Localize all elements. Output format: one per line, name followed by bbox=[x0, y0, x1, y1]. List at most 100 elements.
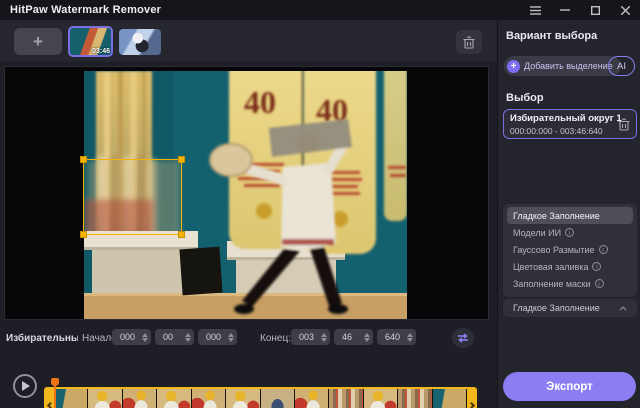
filmstrip-frame bbox=[329, 389, 363, 408]
selection-handle-top-right[interactable] bbox=[178, 156, 185, 163]
start-ms-value: 000 bbox=[206, 332, 221, 342]
fill-mode-menu: Гладкое Заполнение Модели ИИ i Гауссово … bbox=[503, 204, 637, 297]
add-selection-button[interactable]: + Добавить выделение bbox=[504, 56, 621, 76]
timeline bbox=[0, 360, 497, 408]
mode-option-mask-fill[interactable]: Заполнение маски i bbox=[507, 275, 633, 292]
filmstrip-frame bbox=[261, 389, 295, 408]
start-minutes-field[interactable]: 00 bbox=[155, 329, 194, 345]
export-button-label: Экспорт bbox=[546, 381, 593, 393]
fill-mode-select-value: Гладкое Заполнение bbox=[513, 303, 600, 313]
add-media-button[interactable]: + bbox=[14, 28, 62, 55]
sync-range-button[interactable] bbox=[452, 328, 474, 348]
video-thumbnail-selected[interactable]: 03:46 bbox=[68, 26, 113, 57]
stepper-icon[interactable] bbox=[185, 333, 191, 342]
filmstrip bbox=[54, 389, 467, 408]
variant-header: Вариант выбора bbox=[506, 30, 597, 42]
title-bar: HitPaw Watermark Remover bbox=[0, 0, 640, 20]
swap-icon bbox=[457, 333, 469, 343]
start-hours-value: 000 bbox=[120, 332, 135, 342]
stepper-icon[interactable] bbox=[407, 333, 413, 342]
trim-handle-right[interactable] bbox=[467, 387, 477, 408]
end-ms-field[interactable]: 640 bbox=[377, 329, 416, 345]
trash-icon bbox=[618, 118, 630, 131]
watermark-selection-box[interactable] bbox=[83, 159, 182, 235]
time-controls: Избирательны... Начало: 000 00 000 Конец… bbox=[0, 322, 497, 362]
main-panel: + 03:46 bbox=[0, 20, 497, 408]
start-hours-field[interactable]: 000 bbox=[112, 329, 151, 345]
selection-handle-top-left[interactable] bbox=[80, 156, 87, 163]
fill-mode-select[interactable]: Гладкое Заполнение bbox=[503, 299, 637, 317]
mode-option-label: Гладкое Заполнение bbox=[513, 211, 600, 221]
info-icon[interactable]: i bbox=[599, 245, 608, 254]
trim-handle-left[interactable] bbox=[44, 387, 54, 408]
filmstrip-frame bbox=[88, 389, 122, 408]
selection-card[interactable]: Избирательный округ 1 000:00:000 - 003:4… bbox=[503, 109, 637, 139]
filmstrip-frame bbox=[364, 389, 398, 408]
stepper-icon[interactable] bbox=[142, 333, 148, 342]
filmstrip-frame bbox=[226, 389, 260, 408]
selection-card-title: Избирательный округ 1 bbox=[510, 113, 630, 124]
media-bar: + 03:46 bbox=[0, 20, 497, 62]
sidebar: Вариант выбора + Добавить выделение AI В… bbox=[497, 20, 640, 408]
selection-name-label: Избирательны... bbox=[6, 333, 78, 344]
end-minutes-field[interactable]: 46 bbox=[334, 329, 373, 345]
end-minutes-value: 46 bbox=[342, 332, 352, 342]
ai-button[interactable]: AI bbox=[608, 56, 635, 76]
delete-selection-button[interactable] bbox=[618, 118, 630, 136]
info-icon[interactable]: i bbox=[565, 228, 574, 237]
start-minutes-value: 00 bbox=[163, 332, 173, 342]
maximize-icon[interactable] bbox=[588, 3, 602, 17]
app-window: HitPaw Watermark Remover + 03:46 bbox=[0, 0, 640, 408]
filmstrip-frame bbox=[157, 389, 191, 408]
thumbnail-duration: 03:46 bbox=[92, 48, 110, 55]
video-preview: 40 40 bbox=[4, 66, 489, 320]
mode-option-label: Заполнение маски bbox=[513, 279, 591, 289]
end-hours-field[interactable]: 003 bbox=[291, 329, 330, 345]
filmstrip-frame bbox=[398, 389, 432, 408]
window-controls bbox=[528, 0, 640, 20]
mode-option-ai-models[interactable]: Модели ИИ i bbox=[507, 224, 633, 241]
chevron-up-icon bbox=[620, 306, 627, 313]
plus-icon: + bbox=[33, 32, 43, 52]
stepper-icon[interactable] bbox=[321, 333, 327, 342]
playhead[interactable] bbox=[54, 378, 56, 408]
filmstrip-frame bbox=[433, 389, 467, 408]
timeline-strip[interactable] bbox=[44, 387, 477, 408]
mode-option-label: Модели ИИ bbox=[513, 228, 561, 238]
close-icon[interactable] bbox=[618, 3, 632, 17]
stepper-icon[interactable] bbox=[228, 333, 234, 342]
mode-option-gaussian-blur[interactable]: Гауссово Размытие i bbox=[507, 241, 633, 258]
play-button[interactable] bbox=[13, 374, 37, 398]
banner-number-1: 40 bbox=[244, 84, 276, 120]
filmstrip-frame bbox=[54, 389, 88, 408]
window-title: HitPaw Watermark Remover bbox=[10, 4, 161, 16]
ai-button-label: AI bbox=[617, 61, 626, 72]
end-hours-value: 003 bbox=[299, 332, 314, 342]
plus-circle-icon: + bbox=[507, 60, 520, 73]
chevron-right-icon bbox=[467, 401, 474, 408]
stepper-icon[interactable] bbox=[364, 333, 370, 342]
mode-option-label: Гауссово Размытие bbox=[513, 245, 595, 255]
filmstrip-frame bbox=[123, 389, 157, 408]
minimize-icon[interactable] bbox=[558, 3, 572, 17]
play-icon bbox=[22, 381, 30, 391]
chevron-left-icon bbox=[46, 401, 53, 408]
filmstrip-frame bbox=[295, 389, 329, 408]
add-selection-label: Добавить выделение bbox=[524, 61, 613, 71]
selection-card-range: 000:00:000 - 003:46:640 bbox=[510, 126, 630, 136]
selection-handle-bottom-left[interactable] bbox=[80, 231, 87, 238]
selection-header: Выбор bbox=[506, 92, 544, 104]
selection-handle-bottom-right[interactable] bbox=[178, 231, 185, 238]
delete-media-button[interactable] bbox=[456, 30, 482, 54]
info-icon[interactable]: i bbox=[595, 279, 604, 288]
mode-option-label: Цветовая заливка bbox=[513, 262, 588, 272]
trash-icon bbox=[463, 36, 475, 49]
menu-icon[interactable] bbox=[528, 3, 542, 17]
export-button[interactable]: Экспорт bbox=[503, 372, 636, 401]
video-thumbnail-2[interactable] bbox=[119, 29, 161, 55]
mode-option-color-fill[interactable]: Цветовая заливка i bbox=[507, 258, 633, 275]
info-icon[interactable]: i bbox=[592, 262, 601, 271]
mode-option-smooth-fill[interactable]: Гладкое Заполнение bbox=[507, 207, 633, 224]
start-ms-field[interactable]: 000 bbox=[198, 329, 237, 345]
end-label: Конец: bbox=[260, 333, 291, 344]
